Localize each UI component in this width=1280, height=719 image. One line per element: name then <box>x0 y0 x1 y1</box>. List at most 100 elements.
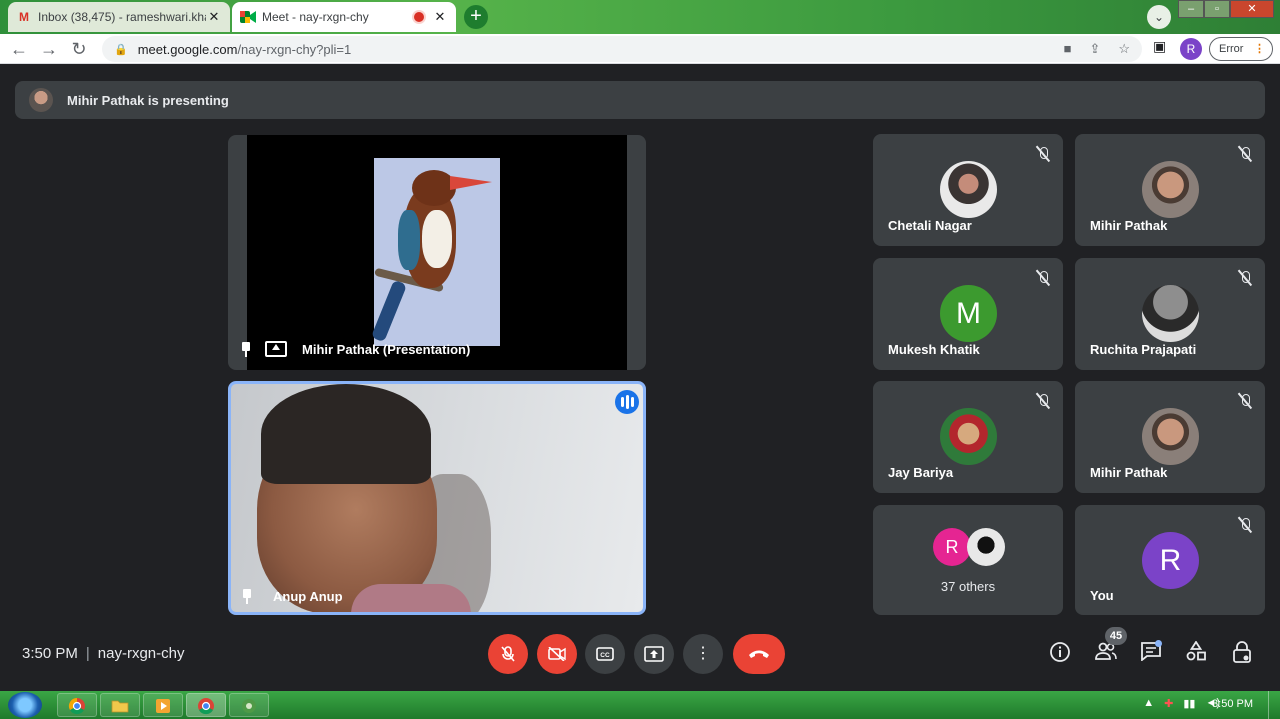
avatar <box>1142 161 1199 218</box>
speaking-audio-icon <box>615 390 639 414</box>
speaker-shirt <box>351 584 471 612</box>
network-alert-icon[interactable]: ✚ <box>1164 697 1173 710</box>
meeting-details-icon[interactable] <box>1047 641 1073 667</box>
mic-off-icon <box>1034 269 1052 287</box>
captions-button[interactable]: CC <box>585 634 625 674</box>
more-options-button[interactable]: ⋮ <box>683 634 723 674</box>
presenter-avatar <box>29 88 53 112</box>
participant-tile[interactable]: Mihir Pathak <box>1075 134 1265 246</box>
svg-text:CC: CC <box>600 652 610 659</box>
present-screen-icon <box>265 341 287 357</box>
self-tile[interactable]: R You <box>1075 505 1265 615</box>
forward-arrow-icon[interactable]: → <box>38 38 60 60</box>
meeting-info: 3:50 PM | nay-rxgn-chy <box>22 645 185 662</box>
browser-tab-strip: M Inbox (38,475) - rameshwari.khar ✕ Mee… <box>0 0 1280 34</box>
shared-screen <box>247 135 627 370</box>
chat-unread-dot <box>1155 640 1162 647</box>
speaker-hair <box>261 384 431 484</box>
present-now-button[interactable] <box>634 634 674 674</box>
show-desktop-button[interactable] <box>1268 691 1280 719</box>
mic-off-icon <box>1236 145 1254 163</box>
bookmark-star-icon[interactable]: ☆ <box>1118 41 1130 57</box>
tray-expand-icon[interactable]: ▲ <box>1143 697 1154 710</box>
activities-icon[interactable] <box>1183 640 1209 667</box>
side-panel-icon[interactable]: ▣ <box>1153 38 1166 55</box>
bird-wing <box>398 210 420 270</box>
presenting-text: Mihir Pathak is presenting <box>67 92 229 108</box>
error-label: Error <box>1219 43 1244 55</box>
participant-tile[interactable]: Mihir Pathak <box>1075 381 1265 493</box>
url-host: meet.google.com <box>137 41 238 57</box>
browser-toolbar: ← → ↻ 🔒 meet.google.com/nay-rxgn-chy?pli… <box>0 34 1280 64</box>
participant-name: Mihir Pathak <box>1090 465 1168 480</box>
mic-off-icon <box>1236 516 1254 534</box>
meeting-code: nay-rxgn-chy <box>97 645 185 662</box>
presentation-label: Mihir Pathak (Presentation) <box>302 342 471 357</box>
tab-title: Meet - nay-rxgn-chy <box>262 10 369 24</box>
speaker-video-tile[interactable]: Anup Anup <box>228 381 646 615</box>
participant-name: Mukesh Khatik <box>888 342 980 357</box>
start-button[interactable] <box>8 692 42 718</box>
share-icon[interactable]: ⇪ <box>1089 41 1100 57</box>
pin-icon[interactable] <box>241 589 253 604</box>
camera-toggle-button[interactable] <box>537 634 577 674</box>
mic-toggle-button[interactable] <box>488 634 528 674</box>
signal-icon[interactable]: ▮▮ <box>1183 697 1195 710</box>
avatar <box>1142 408 1199 465</box>
participant-tile[interactable]: Ruchita Prajapati <box>1075 258 1265 370</box>
presenting-banner: Mihir Pathak is presenting <box>15 81 1265 119</box>
bird-chest <box>422 210 452 268</box>
tab-gmail-inbox[interactable]: M Inbox (38,475) - rameshwari.khar ✕ <box>8 2 230 32</box>
presentation-tile[interactable]: Mihir Pathak (Presentation) <box>228 135 646 370</box>
participant-name: Chetali Nagar <box>888 218 972 233</box>
participant-tile[interactable]: Chetali Nagar <box>873 134 1063 246</box>
back-arrow-icon[interactable]: ← <box>8 38 30 60</box>
others-tile[interactable]: R 37 others <box>873 505 1063 615</box>
close-tab-icon[interactable]: ✕ <box>432 9 448 25</box>
mic-off-icon <box>1236 269 1254 287</box>
avatar <box>940 408 997 465</box>
close-window-button[interactable]: ✕ <box>1230 0 1274 18</box>
avatar: M <box>940 285 997 342</box>
minimize-button[interactable]: – <box>1178 0 1204 18</box>
participant-tile[interactable]: M Mukesh Khatik <box>873 258 1063 370</box>
camera-in-use-icon[interactable]: ■ <box>1064 41 1072 57</box>
chrome-active-taskbar-icon[interactable] <box>186 693 226 717</box>
others-count: 37 others <box>940 579 996 594</box>
speaker-name: Anup Anup <box>273 589 343 604</box>
self-name: You <box>1090 588 1114 603</box>
new-tab-button[interactable]: + <box>464 5 488 29</box>
maximize-button[interactable]: ▫ <box>1204 0 1230 18</box>
others-avatar: R <box>933 528 971 566</box>
participant-count-badge: 45 <box>1105 627 1127 645</box>
host-controls-lock-icon[interactable] <box>1229 641 1255 667</box>
gmail-icon: M <box>19 10 29 24</box>
file-explorer-taskbar-icon[interactable] <box>100 693 140 717</box>
tab-title: Inbox (38,475) - rameshwari.khar <box>38 10 206 24</box>
app-taskbar-icon[interactable] <box>229 693 269 717</box>
participant-name: Jay Bariya <box>888 465 954 480</box>
close-tab-icon[interactable]: ✕ <box>206 9 222 25</box>
pin-icon[interactable] <box>240 342 252 357</box>
tab-search-chevron-icon[interactable]: ⌄ <box>1147 5 1171 29</box>
participant-tile[interactable]: Jay Bariya <box>873 381 1063 493</box>
bird-beak <box>450 176 492 190</box>
recording-indicator-icon <box>414 12 424 22</box>
reload-icon[interactable]: ↻ <box>68 38 90 60</box>
others-avatar-image <box>967 528 1005 566</box>
leave-call-button[interactable] <box>733 634 785 674</box>
address-bar[interactable]: 🔒 meet.google.com/nay-rxgn-chy?pli=1 ■ ⇪… <box>102 36 1142 62</box>
slide-image-bird <box>370 158 500 346</box>
participant-name: Ruchita Prajapati <box>1090 342 1197 357</box>
chrome-taskbar-icon[interactable] <box>57 693 97 717</box>
tab-google-meet[interactable]: Meet - nay-rxgn-chy ✕ <box>232 2 456 32</box>
error-button[interactable]: Error ⋮ <box>1209 37 1273 61</box>
avatar: R <box>1142 532 1199 589</box>
url-path: /nay-rxgn-chy?pli=1 <box>237 41 352 57</box>
taskbar-clock[interactable]: 3:50 PM <box>1212 698 1253 710</box>
profile-avatar[interactable]: R <box>1180 38 1202 60</box>
media-player-taskbar-icon[interactable] <box>143 693 183 717</box>
mic-off-icon <box>1236 392 1254 410</box>
mic-off-icon <box>1034 145 1052 163</box>
avatar <box>1142 285 1199 342</box>
